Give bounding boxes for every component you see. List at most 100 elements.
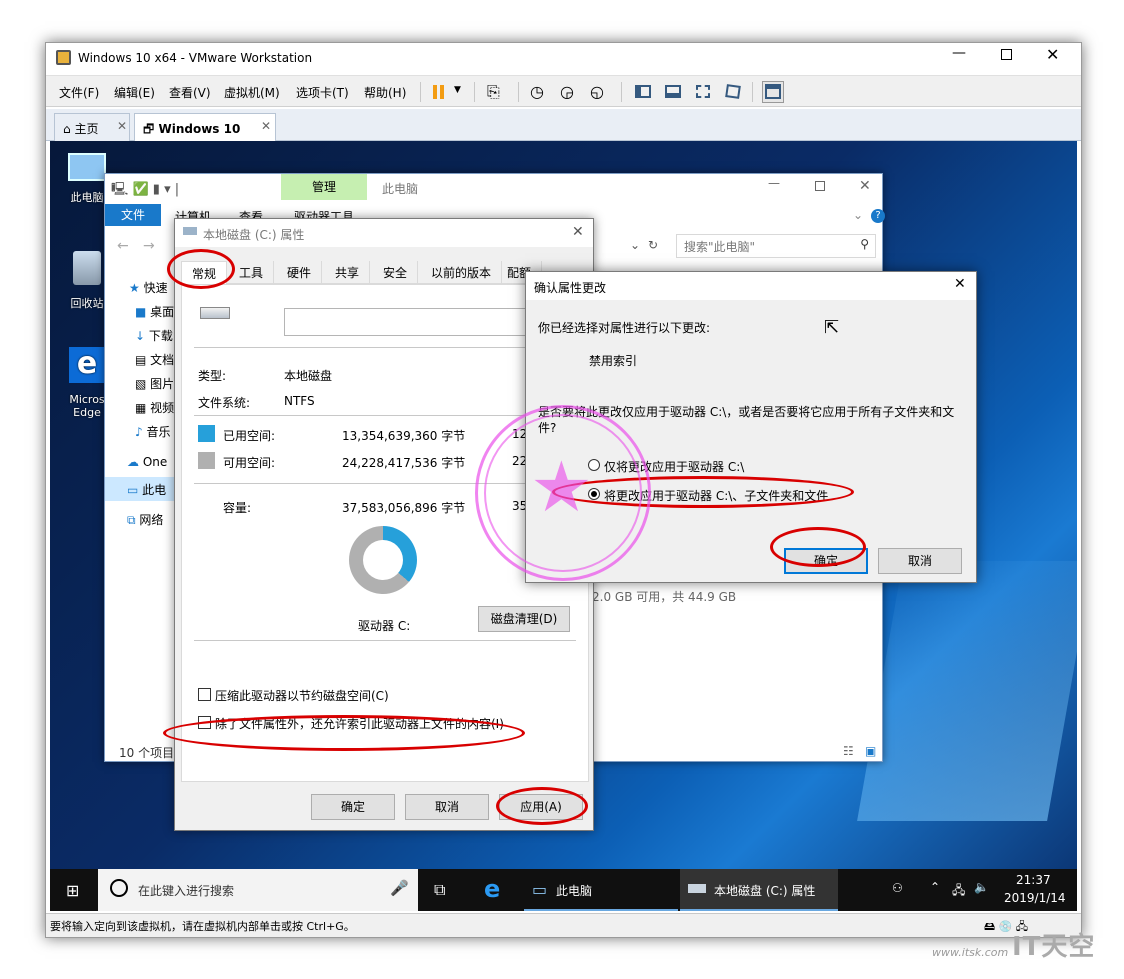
menu-vm[interactable]: 虚拟机(M) <box>224 84 280 101</box>
pause-dropdown-icon[interactable]: ▼ <box>454 85 461 95</box>
nav-desktop[interactable]: ■ 桌面 <box>135 303 174 320</box>
clock-time[interactable]: 21:37 <box>1016 873 1051 887</box>
close-icon[interactable]: ✕ <box>117 119 127 133</box>
taskbar-search-box[interactable]: 在此键入进行搜索 🎤 <box>98 869 418 911</box>
home-icon: ⌂ <box>63 122 71 136</box>
close-button[interactable]: ✕ <box>954 276 966 292</box>
unity-icon[interactable] <box>722 81 744 103</box>
network-icon[interactable]: 🖧 <box>952 881 965 902</box>
close-button[interactable]: ✕ <box>859 178 871 194</box>
maximize-button[interactable] <box>815 181 825 191</box>
nav-quick-access[interactable]: ★ 快速 <box>129 279 168 296</box>
nav-videos[interactable]: ▦ 视频 <box>135 399 174 416</box>
library-icon[interactable] <box>632 81 654 103</box>
annotation-ellipse <box>496 787 588 825</box>
ribbon-tab-file[interactable]: 文件 <box>105 204 161 226</box>
thumbnail-bar-icon[interactable] <box>662 81 684 103</box>
menu-edit[interactable]: 编辑(E) <box>114 84 155 101</box>
close-button[interactable]: ✕ <box>1046 45 1059 64</box>
ribbon-manage-label: 管理 <box>281 174 367 200</box>
folder-icon: ■ <box>135 305 147 319</box>
close-button[interactable]: ✕ <box>572 224 584 240</box>
document-icon: ▤ <box>135 353 147 367</box>
free-space-label: 可用空间: <box>223 456 276 470</box>
edge-icon: e <box>69 347 105 383</box>
task-view-icon[interactable]: ⧉ <box>434 880 445 900</box>
nav-label: 视频 <box>150 401 175 415</box>
free-space-swatch <box>198 452 215 469</box>
filesystem-label: 文件系统: <box>198 396 251 410</box>
compress-label: 压缩此驱动器以节约磁盘空间(C) <box>215 689 389 703</box>
tab-hardware[interactable]: 硬件 <box>277 261 323 283</box>
nav-downloads[interactable]: ↓ 下载 <box>135 327 173 344</box>
search-input[interactable]: 搜索"此电脑" ⚲ <box>676 234 876 258</box>
used-space-bytes: 13,354,639,360 字节 <box>342 429 466 443</box>
menu-file[interactable]: 文件(F) <box>59 84 99 101</box>
nav-label: 文档 <box>150 353 175 367</box>
clock-date[interactable]: 2019/1/14 <box>1004 891 1066 905</box>
details-view-icon[interactable]: ☷ <box>843 744 854 758</box>
taskbar-item-properties[interactable]: 本地磁盘 (C:) 属性 <box>680 869 838 911</box>
chevron-up-icon[interactable]: ⌃ <box>930 880 940 894</box>
compress-checkbox[interactable] <box>198 688 211 701</box>
forward-icon[interactable]: → <box>143 238 155 254</box>
start-icon[interactable]: ⊞ <box>66 881 79 900</box>
intro-text: 你已经选择对属性进行以下更改: <box>538 321 711 335</box>
tab-home[interactable]: ⌂ 主页 ✕ <box>54 113 130 141</box>
disk-cleanup-button[interactable]: 磁盘清理(D) <box>478 606 570 632</box>
nav-documents[interactable]: ▤ 文档 <box>135 351 174 368</box>
quick-access-toolbar[interactable]: 🖳 ✅ ▮ ▾ | <box>111 180 179 202</box>
vmware-menubar: 文件(F) 编辑(E) 查看(V) 虚拟机(M) 选项卡(T) 帮助(H) ▼ … <box>46 75 1081 107</box>
used-space-label: 已用空间: <box>223 429 276 443</box>
nav-label: 快速 <box>143 281 168 295</box>
filesystem-value: NTFS <box>284 394 315 408</box>
taskbar-item-this-pc[interactable]: ▭ 此电脑 <box>524 869 678 911</box>
help-icon[interactable]: ? <box>871 209 885 223</box>
tab-sharing[interactable]: 共享 <box>325 261 371 283</box>
picture-icon: ▧ <box>135 377 147 391</box>
cloud-icon: ☁ <box>127 455 139 469</box>
menu-help[interactable]: 帮助(H) <box>364 84 406 101</box>
fullscreen-icon[interactable] <box>692 81 714 103</box>
people-icon[interactable]: ⚇ <box>892 881 903 895</box>
tab-home-label: 主页 <box>74 122 99 136</box>
send-ctrl-alt-del-icon[interactable]: ⎘ <box>486 81 508 103</box>
nav-label: 图片 <box>150 377 175 391</box>
snapshot-manager-icon[interactable]: ◵ <box>589 81 611 103</box>
pause-icon[interactable] <box>428 81 450 103</box>
console-view-icon[interactable] <box>762 81 784 103</box>
cancel-button[interactable]: 取消 <box>405 794 489 820</box>
back-icon[interactable]: ← <box>117 238 129 254</box>
nav-pictures[interactable]: ▧ 图片 <box>135 375 174 392</box>
nav-music[interactable]: ♪ 音乐 <box>135 423 171 440</box>
snapshot-icon[interactable]: ◷ <box>529 81 551 103</box>
ok-button[interactable]: 确定 <box>311 794 395 820</box>
type-value: 本地磁盘 <box>284 369 333 383</box>
confirm-cancel-button[interactable]: 取消 <box>878 548 962 574</box>
minimize-button[interactable]: — <box>952 45 966 61</box>
tab-previous-versions[interactable]: 以前的版本 <box>421 261 503 283</box>
guest-screen[interactable]: 此电脑 回收站 e Micros Edge 🖳 ✅ ▮ ▾ | 管理 此电脑 —… <box>50 141 1077 911</box>
large-icons-view-icon[interactable]: ▣ <box>865 744 876 758</box>
tab-security[interactable]: 安全 <box>373 261 419 283</box>
nav-network[interactable]: ⧉ 网络 <box>127 511 163 528</box>
volume-muted-icon[interactable]: 🔈 <box>974 880 989 894</box>
revert-snapshot-icon[interactable]: ◶ <box>559 81 581 103</box>
menu-tabs[interactable]: 选项卡(T) <box>296 84 349 101</box>
minimize-button[interactable]: — <box>768 176 780 190</box>
tab-tools[interactable]: 工具 <box>229 261 275 283</box>
taskbar-item-label: 此电脑 <box>556 884 593 898</box>
refresh-icon[interactable]: ↻ <box>648 238 658 252</box>
maximize-button[interactable] <box>1001 49 1012 60</box>
tab-windows10[interactable]: 🗗 Windows 10 x64 ✕ <box>134 113 276 155</box>
nav-this-pc[interactable]: ▭ 此电 <box>105 477 175 501</box>
music-icon: ♪ <box>135 425 143 439</box>
edge-icon[interactable]: e <box>484 875 500 903</box>
disk-usage-donut <box>349 526 417 594</box>
address-dropdown-icon[interactable]: ⌄ <box>630 238 640 252</box>
microphone-icon[interactable]: 🎤 <box>390 879 409 897</box>
menu-view[interactable]: 查看(V) <box>169 84 211 101</box>
close-icon[interactable]: ✕ <box>261 119 271 133</box>
ribbon-collapse-icon[interactable]: ⌄ <box>853 208 863 222</box>
nav-onedrive[interactable]: ☁ One <box>127 455 167 469</box>
